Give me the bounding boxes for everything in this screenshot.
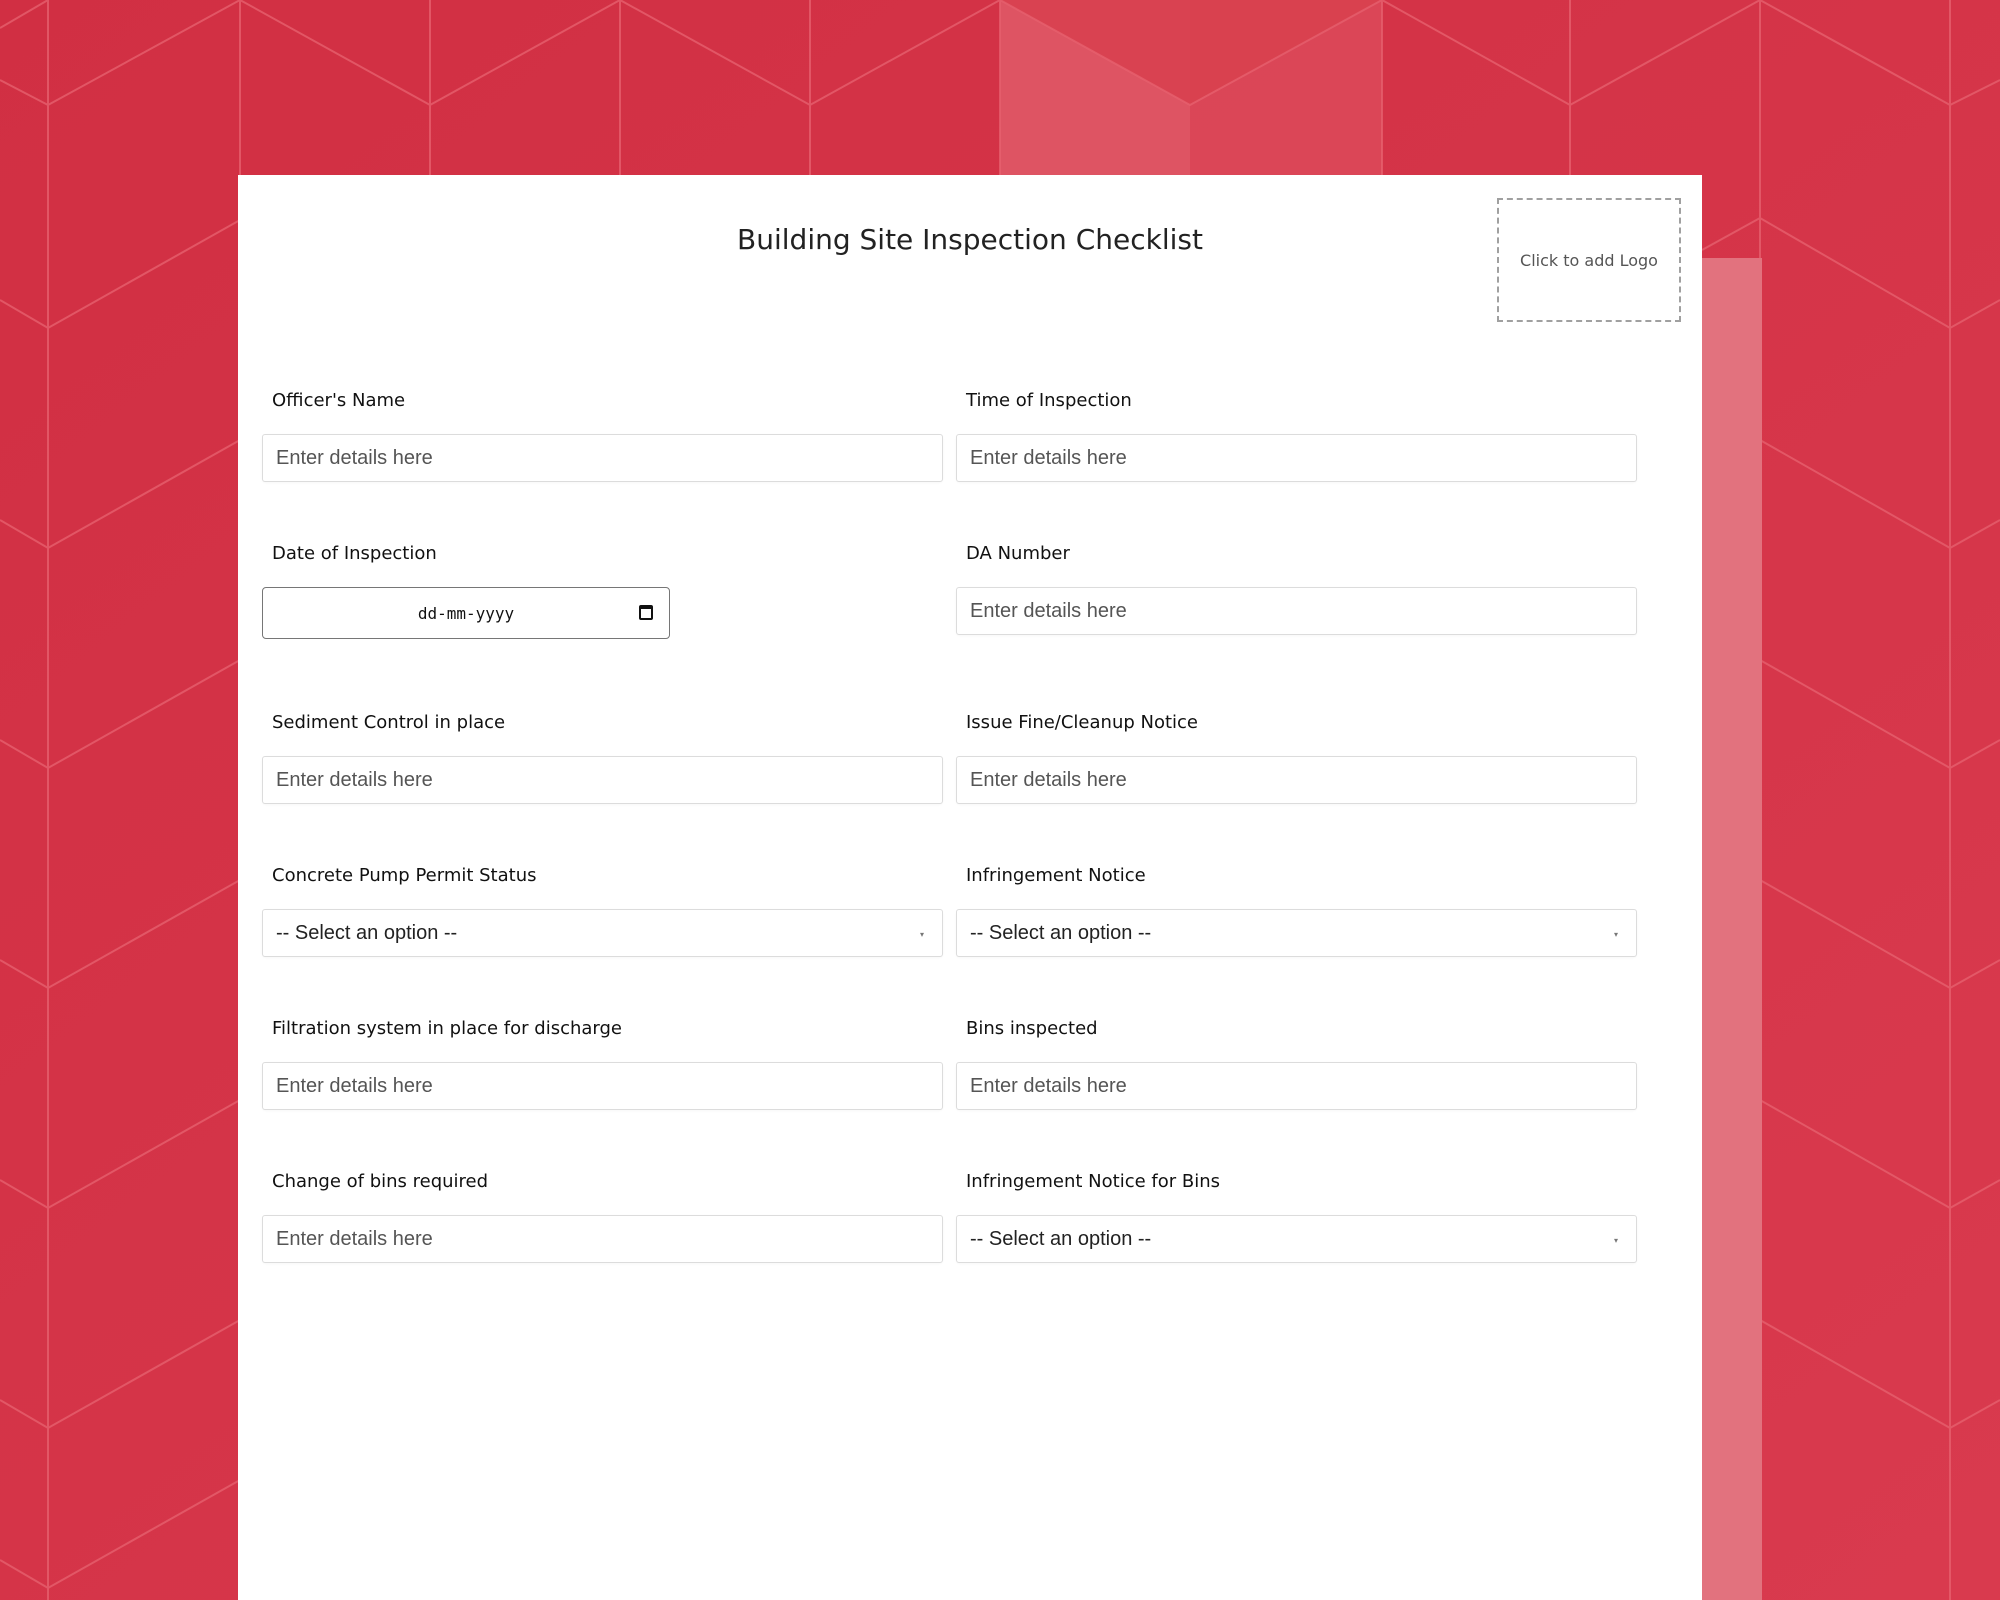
infringement-notice-select[interactable]: -- Select an option -- ▾ <box>956 909 1637 957</box>
change-of-bins-required-input[interactable]: Enter details here <box>262 1215 943 1263</box>
field-issue-fine-cleanup-notice: Issue Fine/Cleanup Notice Enter details … <box>956 712 1637 804</box>
field-label: Infringement Notice for Bins <box>966 1171 1220 1192</box>
field-label: Time of Inspection <box>966 390 1132 411</box>
field-label: Officer's Name <box>272 390 406 411</box>
background-sheet <box>1702 258 1762 1600</box>
field-label: Date of Inspection <box>272 543 437 564</box>
field-infringement-notice-for-bins: Infringement Notice for Bins -- Select a… <box>956 1171 1637 1263</box>
field-infringement-notice: Infringement Notice -- Select an option … <box>956 865 1637 957</box>
field-change-of-bins-required: Change of bins required Enter details he… <box>262 1171 943 1263</box>
select-value: -- Select an option -- <box>276 921 458 944</box>
date-placeholder: dd-mm-yyyy <box>417 603 515 623</box>
time-of-inspection-input[interactable]: Enter details here <box>956 434 1637 482</box>
calendar-icon[interactable] <box>639 605 653 620</box>
bins-inspected-input[interactable]: Enter details here <box>956 1062 1637 1110</box>
infringement-notice-for-bins-select[interactable]: -- Select an option -- ▾ <box>956 1215 1637 1263</box>
chevron-down-icon: ▾ <box>919 930 924 939</box>
field-label: Infringement Notice <box>966 865 1146 886</box>
field-time-of-inspection: Time of Inspection Enter details here <box>956 390 1637 482</box>
field-label: Sediment Control in place <box>272 712 506 733</box>
da-number-input[interactable]: Enter details here <box>956 587 1637 635</box>
sediment-control-input[interactable]: Enter details here <box>262 756 943 804</box>
field-label: Concrete Pump Permit Status <box>272 865 537 886</box>
issue-fine-cleanup-notice-input[interactable]: Enter details here <box>956 756 1637 804</box>
field-label: Bins inspected <box>966 1018 1098 1039</box>
field-bins-inspected: Bins inspected Enter details here <box>956 1018 1637 1110</box>
field-date-of-inspection: Date of Inspection dd-mm-yyyy <box>262 543 943 639</box>
select-value: -- Select an option -- <box>970 1227 1152 1250</box>
form-title: Building Site Inspection Checklist <box>737 223 1203 256</box>
chevron-down-icon: ▾ <box>1613 1236 1618 1245</box>
select-value: -- Select an option -- <box>970 921 1152 944</box>
concrete-pump-permit-status-select[interactable]: -- Select an option -- ▾ <box>262 909 943 957</box>
field-officers-name: Officer's Name Enter details here <box>262 390 943 482</box>
form-card: Building Site Inspection Checklist Click… <box>238 175 1702 1600</box>
officers-name-input[interactable]: Enter details here <box>262 434 943 482</box>
chevron-down-icon: ▾ <box>1613 930 1618 939</box>
field-concrete-pump-permit-status: Concrete Pump Permit Status -- Select an… <box>262 865 943 957</box>
date-of-inspection-input[interactable]: dd-mm-yyyy <box>262 587 670 639</box>
field-filtration-system: Filtration system in place for discharge… <box>262 1018 943 1110</box>
field-label: Filtration system in place for discharge <box>272 1018 623 1039</box>
add-logo-button[interactable]: Click to add Logo <box>1497 198 1681 322</box>
field-label: Change of bins required <box>272 1171 489 1192</box>
field-label: DA Number <box>966 543 1070 564</box>
field-label: Issue Fine/Cleanup Notice <box>966 712 1199 733</box>
field-da-number: DA Number Enter details here <box>956 543 1637 635</box>
filtration-system-input[interactable]: Enter details here <box>262 1062 943 1110</box>
add-logo-label: Click to add Logo <box>1520 250 1658 270</box>
field-sediment-control: Sediment Control in place Enter details … <box>262 712 943 804</box>
